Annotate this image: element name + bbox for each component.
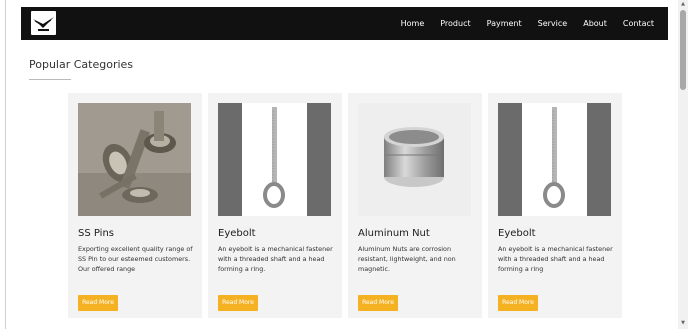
product-card-aluminum-nut: Aluminum Nut Aluminum Nuts are corrosion… xyxy=(348,93,482,318)
nav-home[interactable]: Home xyxy=(401,19,425,28)
scroll-down-icon[interactable]: ▼ xyxy=(680,320,686,326)
card-title: Eyebolt xyxy=(218,228,256,239)
title-underline xyxy=(29,79,71,80)
card-title: Eyebolt xyxy=(498,228,536,239)
product-image-ss-pins[interactable] xyxy=(78,103,191,216)
card-description: Aluminum Nuts are corrosion resistant, l… xyxy=(358,245,456,273)
nav-product[interactable]: Product xyxy=(440,19,470,28)
card-description: Exporting excellent quality range of SS … xyxy=(78,245,193,273)
card-title: Aluminum Nut xyxy=(358,228,430,239)
nav-links: Home Product Payment Service About Conta… xyxy=(385,7,654,40)
brand-logo[interactable] xyxy=(31,11,56,35)
nav-payment[interactable]: Payment xyxy=(487,19,522,28)
card-title: SS Pins xyxy=(78,228,115,239)
card-description: An eyebolt is a mechanical fastener with… xyxy=(218,245,333,273)
nav-service[interactable]: Service xyxy=(538,19,568,28)
navbar: Home Product Payment Service About Conta… xyxy=(21,7,668,40)
product-image-eyebolt[interactable] xyxy=(218,103,331,216)
read-more-button[interactable]: Read More xyxy=(218,295,258,311)
card-description: An eyebolt is a mechanical fastener with… xyxy=(498,245,613,273)
product-image-aluminum-nut[interactable] xyxy=(358,103,471,216)
product-card-eyebolt-2: Eyebolt An eyebolt is a mechanical faste… xyxy=(488,93,622,318)
read-more-button[interactable]: Read More xyxy=(358,295,398,311)
read-more-button[interactable]: Read More xyxy=(498,295,538,311)
product-image-eyebolt[interactable] xyxy=(498,103,611,216)
nav-about[interactable]: About xyxy=(583,19,607,28)
scroll-up-icon[interactable]: ▲ xyxy=(680,1,686,7)
section-title: Popular Categories xyxy=(29,58,134,71)
scroll-thumb[interactable] xyxy=(680,10,686,90)
vertical-scrollbar[interactable]: ▲ ▼ xyxy=(678,0,688,329)
nav-contact[interactable]: Contact xyxy=(623,19,654,28)
product-card-eyebolt: Eyebolt An eyebolt is a mechanical faste… xyxy=(208,93,342,318)
product-card-ss-pins: SS Pins Exporting excellent quality rang… xyxy=(68,93,202,318)
read-more-button[interactable]: Read More xyxy=(78,295,118,311)
